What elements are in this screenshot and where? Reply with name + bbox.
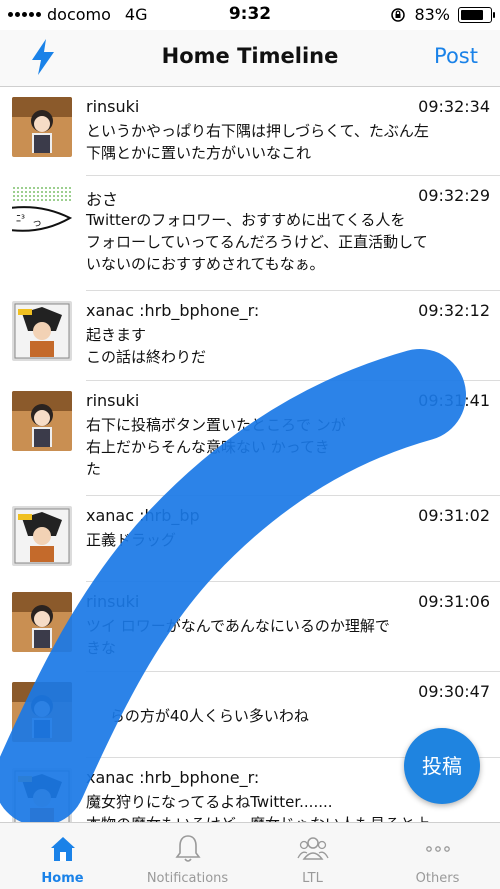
tweet-line: きな [86,639,117,657]
tweet-line: いないのにおすすめされてもなぁ。 [86,255,325,273]
status-bar: docomo 4G 9:32 83% [0,0,500,30]
avatar[interactable] [12,506,72,566]
status-right: 83% [390,5,495,24]
more-icon [426,846,450,852]
tweet-time: 09:31:02 [418,506,490,525]
tweet-item[interactable]: rinsuki 09:31:06 ツイ ロワーがなんであんなにいるのか理解で き… [0,582,500,672]
page-title: Home Timeline [161,44,339,68]
tab-label: Notifications [146,871,229,886]
tweet-line: 右下に投稿ボタン置いたところで ンが [86,416,346,434]
timeline[interactable]: rinsuki 09:32:34 というかやっぱり右下隅は押しづらくて、たぶん左… [0,87,500,822]
avatar[interactable] [12,391,72,451]
tweet-user[interactable]: rinsuki [86,592,139,611]
tweet-text: Twitterのフォロワー、おすすめに出てくる人を フォローしていってるんだろう… [86,209,486,275]
tweet-item[interactable]: rinsuki 09:32:34 というかやっぱり右下隅は押しづらくて、たぶん左… [0,87,500,176]
tweet-line: というかやっぱり右下隅は押しづらくて、たぶん左 [86,122,429,140]
avatar[interactable] [12,682,72,742]
avatar[interactable]: ﾆ³ っ [12,186,72,246]
tab-notifications[interactable]: Notifications [125,823,250,889]
tweet-line: Twitterのフォロワー、おすすめに出てくる人を [86,211,406,229]
tweet-line: 本物の魔女もいるけど、魔女じゃない人も見ると上 [86,813,486,822]
tweet-text: ツイ ロワーがなんであんなにいるのか理解で きな [86,615,486,659]
tweet-time: 09:32:29 [418,186,490,205]
tab-bar: Home Notifications LTL Others [0,822,500,889]
tweet-line: 起きます [86,326,147,344]
home-icon [51,837,75,861]
tweet-time: 09:30:47 [418,682,490,701]
tweet-text: というかやっぱり右下隅は押しづらくて、たぶん左 下隅とかに置いた方がいいなこれ [86,120,486,164]
tweet-time: 09:31:41 [418,391,490,410]
tweet-item[interactable]: xanac :hrb_bp 09:31:02 正義ドラッグ [0,496,500,582]
compose-button[interactable]: 投稿 [404,728,480,804]
svg-text:ﾆ³: ﾆ³ [16,214,25,225]
tweet-text: 正義ドラッグ [86,529,486,551]
battery-icon [458,6,495,23]
tweet-time: 09:32:12 [418,301,490,320]
tweet-line: 下隅とかに置いた方がいいなこれ [86,144,312,162]
tweet-line: ツイ ロワーがなんであんなにいるのか理解で [86,617,390,635]
post-button[interactable]: Post [434,44,478,68]
tweet-user[interactable]: rinsuki [86,97,139,116]
avatar[interactable] [12,301,72,361]
rotation-lock-icon [391,7,406,22]
tweet-line: た [86,460,102,478]
people-icon [297,837,329,860]
tweet-user[interactable]: xanac :hrb_bp [86,506,200,525]
tweet-line: フォローしていってるんだろうけど、正直活動して [86,233,428,251]
tab-home[interactable]: Home [0,823,125,889]
tab-label: Others [415,871,460,886]
battery-percent: 83% [414,5,450,24]
tweet-item[interactable]: rinsuki 09:31:41 右下に投稿ボタン置いたところで ンが 右上だか… [0,381,500,496]
avatar[interactable] [12,768,72,822]
bell-icon [175,835,201,862]
nav-bar: Home Timeline Post [0,30,500,87]
tweet-text: 右下に投稿ボタン置いたところで ンが 右上だからそんな意味ない かってき た [86,414,486,480]
tweet-line: 正義ドラッグ [86,531,177,549]
tweet-item[interactable]: ﾆ³ っ おさ 09:32:29 Twitterのフォロワー、おすすめに出てくる… [0,176,500,291]
tweet-text: 起きます この話は終わりだ [86,324,486,368]
tab-ltl[interactable]: LTL [250,823,375,889]
tweet-user[interactable]: xanac :hrb_bphone_r: [86,768,259,787]
tweet-item[interactable]: xanac :hrb_bphone_r: 09:32:12 起きます この話は終… [0,291,500,381]
tweet-time: 09:31:06 [418,592,490,611]
tab-label: LTL [302,871,323,886]
avatar[interactable] [12,97,72,157]
svg-text:っ: っ [32,218,42,229]
tweet-line: この話は終わりだ [86,348,207,366]
tab-others[interactable]: Others [375,823,500,889]
avatar[interactable] [12,592,72,652]
tweet-time: 09:32:34 [418,97,490,116]
tweet-user[interactable]: xanac :hrb_bphone_r: [86,301,259,320]
tweet-line: 右上だからそんな意味ない かってき [86,438,330,456]
tab-label: Home [41,871,84,886]
tweet-user[interactable]: おさ [86,186,118,210]
tweet-user[interactable]: rinsuki [86,391,139,410]
tweet-line: らの方が40人くらい多いわね [86,707,309,725]
tweet-text: らの方が40人くらい多いわね [86,705,486,727]
